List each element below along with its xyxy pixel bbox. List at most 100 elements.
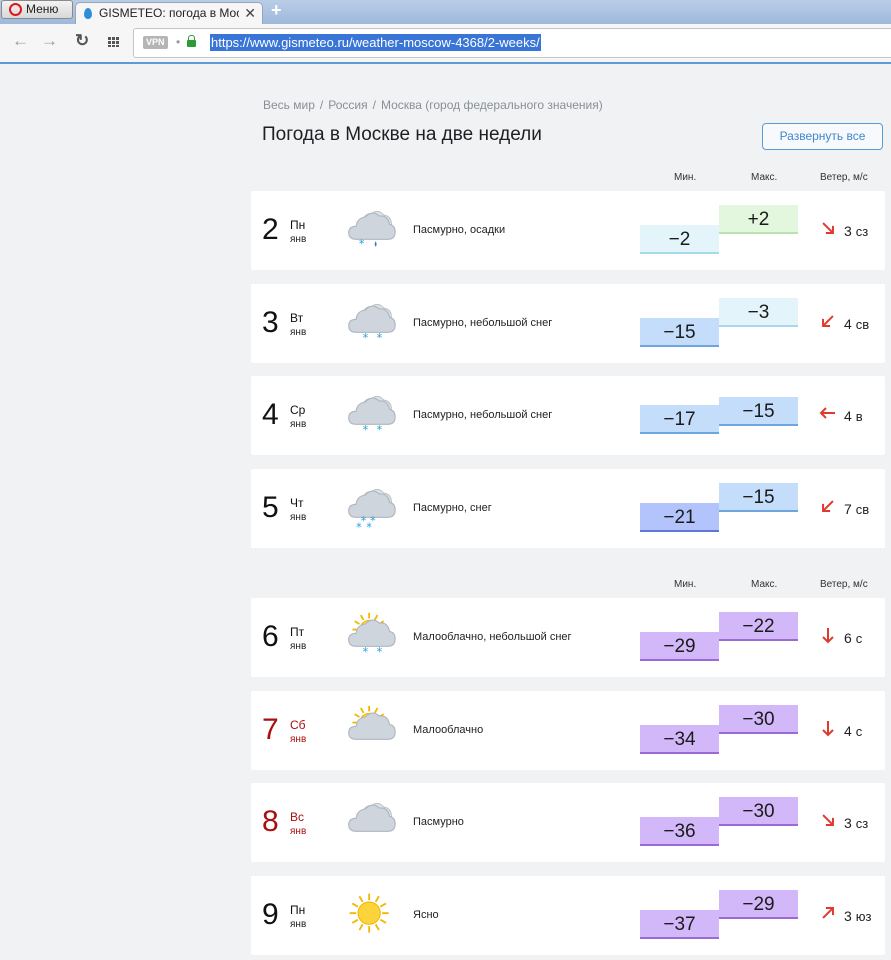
day-month: янв (290, 419, 307, 430)
arrow-down-icon (822, 628, 834, 644)
weather-description: Ясно (413, 909, 439, 921)
day-month: янв (290, 641, 307, 652)
wind-speed: 7 св (844, 501, 869, 517)
day-of-week: Чт (290, 496, 304, 510)
expand-all-button[interactable]: Развернуть все (762, 123, 883, 150)
svg-text:*: * (359, 238, 365, 251)
browser-tab-bar: Меню GISMETEO: погода в Моск ✕ + (0, 0, 891, 25)
new-tab-plus-icon[interactable]: + (271, 0, 282, 21)
breadcrumb: Весь мир / Россия / Москва (город федерально… (263, 98, 603, 112)
day-number: 5 (262, 491, 279, 524)
opera-menu-label: Меню (26, 2, 59, 16)
wind-direction: юз (855, 909, 872, 924)
breadcrumb-world[interactable]: Весь мир (263, 98, 315, 112)
breadcrumb-moscow[interactable]: Москва (город федерального значения) (381, 98, 603, 112)
vpn-badge[interactable]: VPN (143, 36, 168, 49)
temp-max: −3 (719, 298, 798, 327)
arrow-down-left-icon (822, 500, 834, 512)
temp-min: −36 (640, 817, 719, 846)
temp-min: −34 (640, 725, 719, 754)
sun-cloud-icon (348, 705, 396, 740)
wind-direction: св (855, 502, 870, 517)
forecast-day-row[interactable]: 4 Ср янв * * Пасмурно, небольшой снег −17 −15 4 … (251, 376, 885, 455)
sun-icon (349, 893, 389, 933)
address-bar[interactable]: VPN • https://www.gismeteo.ru/weather-mo… (133, 28, 891, 58)
opera-menu-button[interactable]: Меню (1, 0, 73, 19)
wind-speed-value: 4 (844, 723, 852, 739)
close-icon[interactable]: ✕ (244, 3, 256, 24)
back-arrow-icon[interactable]: ← (12, 31, 29, 51)
day-month: янв (290, 327, 307, 338)
temp-min: −29 (640, 632, 719, 661)
temp-max: −30 (719, 797, 798, 826)
temp-min: −21 (640, 503, 719, 532)
address-separator: • (176, 35, 181, 49)
breadcrumb-russia[interactable]: Россия (328, 98, 367, 112)
forecast-day-row[interactable]: 8 Вс янв Пасмурно −36 −30 3 сз (251, 783, 885, 862)
opera-logo-icon (9, 3, 22, 16)
svg-text:*: * (363, 424, 369, 437)
forecast-day-row[interactable]: 7 Сб янв Малооблачно −34 −30 4 с (251, 691, 885, 770)
day-of-week: Пн (290, 903, 306, 917)
day-number: 9 (262, 898, 279, 931)
arrow-down-icon (822, 721, 834, 737)
day-month: янв (290, 734, 307, 745)
wind-speed-value: 7 (844, 501, 852, 517)
column-header-wind: Ветер, м/с (820, 172, 868, 183)
arrow-down-left-icon (822, 315, 834, 327)
wind-speed-value: 3 (844, 223, 852, 239)
browser-tab[interactable]: GISMETEO: погода в Моск ✕ (75, 2, 263, 25)
wind-speed: 4 с (844, 723, 862, 739)
cloud-light-snow-icon: * * (348, 303, 396, 345)
day-of-week: Вс (290, 810, 305, 824)
temp-max: +2 (719, 205, 798, 234)
wind-speed-value: 6 (844, 630, 852, 646)
arrow-down-right-icon (822, 222, 834, 234)
cloud-rain-snow-icon: * (348, 210, 396, 251)
forward-arrow-icon[interactable]: → (41, 31, 58, 51)
speed-dial-grid-icon[interactable] (108, 37, 120, 47)
day-number: 4 (262, 398, 279, 431)
day-number: 8 (262, 805, 279, 838)
cloud-snow-icon: * ** * (348, 488, 396, 534)
day-number: 7 (262, 713, 279, 746)
url-input[interactable]: https://www.gismeteo.ru/weather-moscow-4… (210, 34, 541, 51)
weather-description: Пасмурно (413, 816, 464, 828)
wind-speed-value: 3 (844, 908, 852, 924)
forecast-day-row[interactable]: 6 Пт янв * * Малооблачно, небольшой снег −29 −2… (251, 598, 885, 677)
wind-direction: сз (855, 816, 869, 831)
wind-speed-value: 4 (844, 316, 852, 332)
breadcrumb-separator: / (319, 98, 324, 112)
forecast-day-row[interactable]: 5 Чт янв * * * * Пасмурно, снег −21 −15 7 св (251, 469, 885, 548)
forecast-day-row[interactable]: 9 Пн янв Ясно −37 −29 3 юз (251, 876, 885, 955)
svg-text:*: * (366, 521, 372, 534)
wind-direction: св (855, 317, 870, 332)
svg-text:*: * (377, 332, 383, 345)
weather-description: Пасмурно, небольшой снег (413, 409, 553, 421)
day-of-week: Сб (290, 718, 306, 732)
forecast-day-row[interactable]: 3 Вт янв * * Пасмурно, небольшой снег −15 −3 4 с… (251, 284, 885, 363)
temp-max: −22 (719, 612, 798, 641)
day-month: янв (290, 234, 307, 245)
temp-min: −15 (640, 318, 719, 347)
page-title: Погода в Москве на две недели (262, 124, 542, 145)
weather-description: Малооблачно, небольшой снег (413, 631, 572, 643)
day-number: 3 (262, 306, 279, 339)
lock-icon[interactable] (187, 35, 196, 47)
reload-icon[interactable]: ↻ (75, 31, 89, 51)
temp-min: −2 (640, 225, 719, 254)
day-of-week: Вт (290, 311, 304, 325)
svg-text:*: * (363, 332, 369, 345)
forecast-day-row[interactable]: 2 Пн янв * Пасмурно, осадки −2 +2 3 сз (251, 191, 885, 270)
temp-max: −15 (719, 483, 798, 512)
day-of-week: Пн (290, 218, 306, 232)
temp-min: −17 (640, 405, 719, 434)
wind-speed-value: 4 (844, 408, 852, 424)
wind-direction: в (855, 409, 863, 424)
weather-description: Пасмурно, осадки (413, 224, 506, 236)
column-header-min: Мин. (674, 579, 697, 590)
svg-text:*: * (356, 521, 362, 534)
weather-description: Пасмурно, небольшой снег (413, 317, 553, 329)
column-header-max: Макс. (751, 172, 778, 183)
temp-min: −37 (640, 910, 719, 939)
